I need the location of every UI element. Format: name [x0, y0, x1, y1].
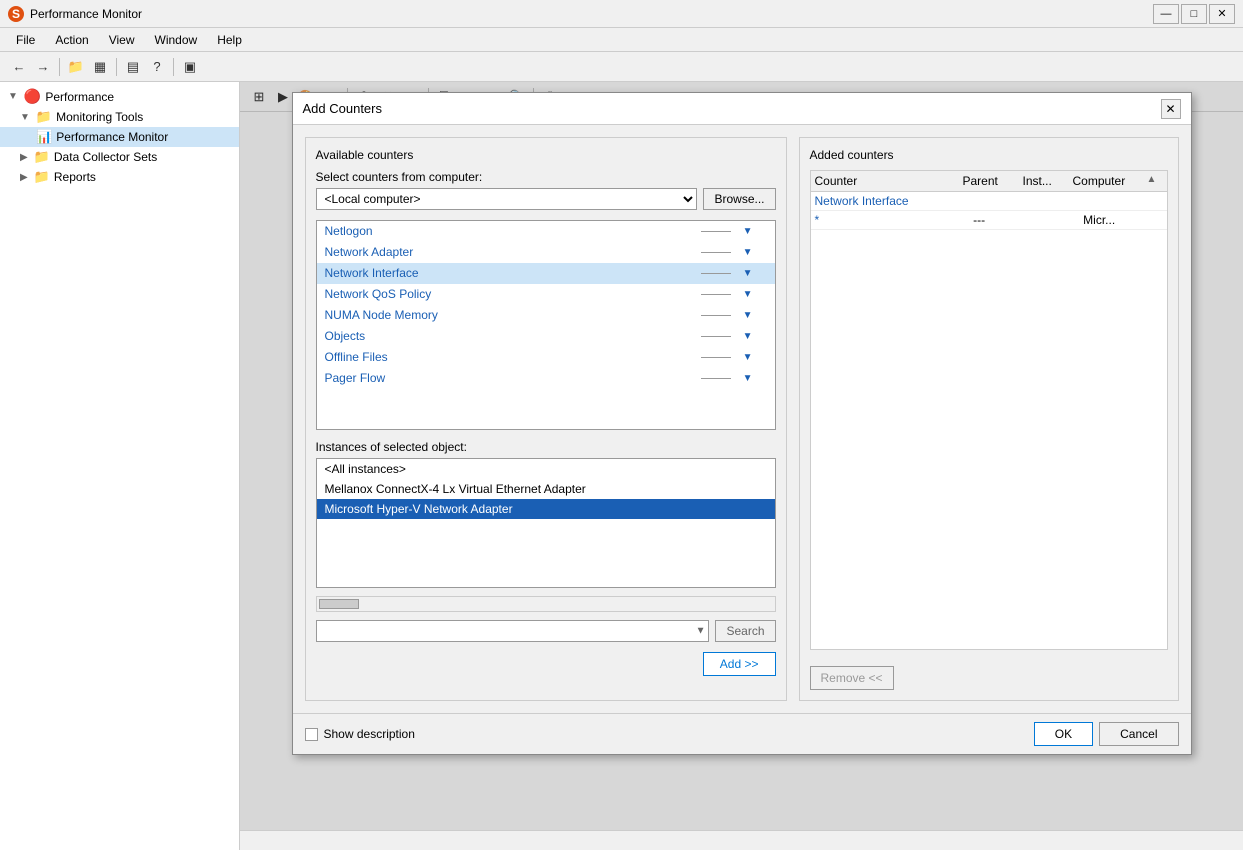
added-counters-table: Counter Parent Inst... Computer ▲ Networ…: [810, 170, 1168, 650]
ok-button[interactable]: OK: [1034, 722, 1093, 746]
show-description-label: Show description: [324, 727, 415, 741]
search-button[interactable]: Search: [715, 620, 775, 642]
counter-list[interactable]: Netlogon ▼ Network Adapter ▼: [316, 220, 776, 430]
available-counters-title: Available counters: [316, 148, 776, 162]
app-icon: S: [8, 6, 24, 22]
add-counters-dialog: Add Counters ✕ Available counters Select…: [292, 92, 1192, 755]
menu-view[interactable]: View: [101, 31, 143, 49]
status-bar: [240, 830, 1243, 850]
main-layout: ▼ 🔴 Performance ▼ 📁 Monitoring Tools 📊 P…: [0, 82, 1243, 850]
add-button-row: Add >>: [316, 652, 776, 676]
counter-item-objects[interactable]: Objects ▼: [317, 326, 775, 347]
menu-action[interactable]: Action: [47, 31, 96, 49]
window-title: Performance Monitor: [30, 7, 142, 21]
toolbar-show-hide[interactable]: ▦: [89, 56, 111, 78]
computer-label: Select counters from computer:: [316, 170, 776, 184]
toolbar-up[interactable]: 📁: [65, 56, 87, 78]
maximize-button[interactable]: □: [1181, 4, 1207, 24]
instance-hyper-v[interactable]: Microsoft Hyper-V Network Adapter: [317, 499, 775, 519]
counter-item-network-qos[interactable]: Network QoS Policy ▼: [317, 284, 775, 305]
instance-mellanox[interactable]: Mellanox ConnectX-4 Lx Virtual Ethernet …: [317, 479, 775, 499]
instance-all[interactable]: <All instances>: [317, 459, 775, 479]
instances-label: Instances of selected object:: [316, 440, 776, 454]
footer-buttons: OK Cancel: [1034, 722, 1179, 746]
sidebar-item-data-collector-sets[interactable]: ▶ 📁 Data Collector Sets: [0, 147, 239, 167]
table-header: Counter Parent Inst... Computer ▲: [811, 171, 1167, 192]
toolbar-forward[interactable]: →: [32, 56, 54, 78]
title-bar: S Performance Monitor — □ ✕: [0, 0, 1243, 28]
row-counter-label: Network Interface: [815, 194, 974, 208]
col-inst: Inst...: [1023, 174, 1073, 188]
dialog-title-bar: Add Counters ✕: [293, 93, 1191, 125]
menu-window[interactable]: Window: [147, 31, 206, 49]
add-button[interactable]: Add >>: [703, 652, 776, 676]
horizontal-scrollbar[interactable]: [316, 596, 776, 612]
added-counters-panel: Added counters Counter Parent Inst... Co…: [799, 137, 1179, 701]
row-computer-label: [1083, 194, 1162, 208]
counter-item-offline-files[interactable]: Offline Files ▼: [317, 347, 775, 368]
scroll-up-arrow: ▲: [1147, 174, 1163, 188]
row-parent-value: ---: [973, 213, 1033, 227]
row-inst-value: [1033, 213, 1083, 227]
dialog-footer: Show description OK Cancel: [293, 713, 1191, 754]
sidebar-item-monitoring-tools[interactable]: ▼ 📁 Monitoring Tools: [0, 107, 239, 127]
cancel-button[interactable]: Cancel: [1099, 722, 1178, 746]
menu-help[interactable]: Help: [209, 31, 250, 49]
row-parent-label: [973, 194, 1033, 208]
show-description-row: Show description: [305, 727, 415, 741]
col-computer: Computer: [1073, 174, 1147, 188]
table-row-network-interface[interactable]: Network Interface: [811, 192, 1167, 211]
computer-row: <Local computer> Browse...: [316, 188, 776, 210]
sidebar-item-reports[interactable]: ▶ 📁 Reports: [0, 167, 239, 187]
table-row-star[interactable]: * --- Micr...: [811, 211, 1167, 230]
dialog-close-button[interactable]: ✕: [1161, 99, 1181, 119]
show-description-checkbox[interactable]: [305, 728, 318, 741]
counter-item-pager-flow[interactable]: Pager Flow ▼: [317, 368, 775, 389]
available-counters-panel: Available counters Select counters from …: [305, 137, 787, 701]
counter-item-network-interface[interactable]: Network Interface ▼: [317, 263, 775, 284]
added-counters-title: Added counters: [810, 148, 1168, 162]
toolbar-properties[interactable]: ▤: [122, 56, 144, 78]
toolbar-back[interactable]: ←: [8, 56, 30, 78]
main-toolbar: ← → 📁 ▦ ▤ ? ▣: [0, 52, 1243, 82]
dialog-body: Available counters Select counters from …: [293, 125, 1191, 713]
search-row: ▼ Search: [316, 620, 776, 642]
minimize-button[interactable]: —: [1153, 4, 1179, 24]
counter-item-numa[interactable]: NUMA Node Memory ▼: [317, 305, 775, 326]
menu-file[interactable]: File: [8, 31, 43, 49]
toolbar-extra[interactable]: ▣: [179, 56, 201, 78]
window-close-button[interactable]: ✕: [1209, 4, 1235, 24]
toolbar-help[interactable]: ?: [146, 56, 168, 78]
content-area: ⊞ ▶ 🎨 ▼ ✚ ✖ ✏ ⎘ □ ▤ 🔍 ‖ ▶▶ Add Counters …: [240, 82, 1243, 850]
sidebar-item-performance[interactable]: ▼ 🔴 Performance: [0, 86, 239, 107]
row-counter-value: *: [815, 213, 974, 227]
computer-select[interactable]: <Local computer>: [316, 188, 698, 210]
sidebar: ▼ 🔴 Performance ▼ 📁 Monitoring Tools 📊 P…: [0, 82, 240, 850]
sidebar-item-performance-monitor[interactable]: 📊 Performance Monitor: [0, 127, 239, 147]
dialog-title: Add Counters: [303, 101, 383, 116]
row-inst-label: [1033, 194, 1083, 208]
counter-item-network-adapter[interactable]: Network Adapter ▼: [317, 242, 775, 263]
search-input[interactable]: [316, 620, 710, 642]
row-computer-value: Micr...: [1083, 213, 1162, 227]
counter-item-netlogon[interactable]: Netlogon ▼: [317, 221, 775, 242]
menu-bar: File Action View Window Help: [0, 28, 1243, 52]
dialog-overlay: Add Counters ✕ Available counters Select…: [240, 82, 1243, 850]
col-counter: Counter: [815, 174, 963, 188]
browse-button[interactable]: Browse...: [703, 188, 775, 210]
instances-list[interactable]: <All instances> Mellanox ConnectX-4 Lx V…: [316, 458, 776, 588]
remove-button[interactable]: Remove <<: [810, 666, 894, 690]
col-parent: Parent: [963, 174, 1023, 188]
